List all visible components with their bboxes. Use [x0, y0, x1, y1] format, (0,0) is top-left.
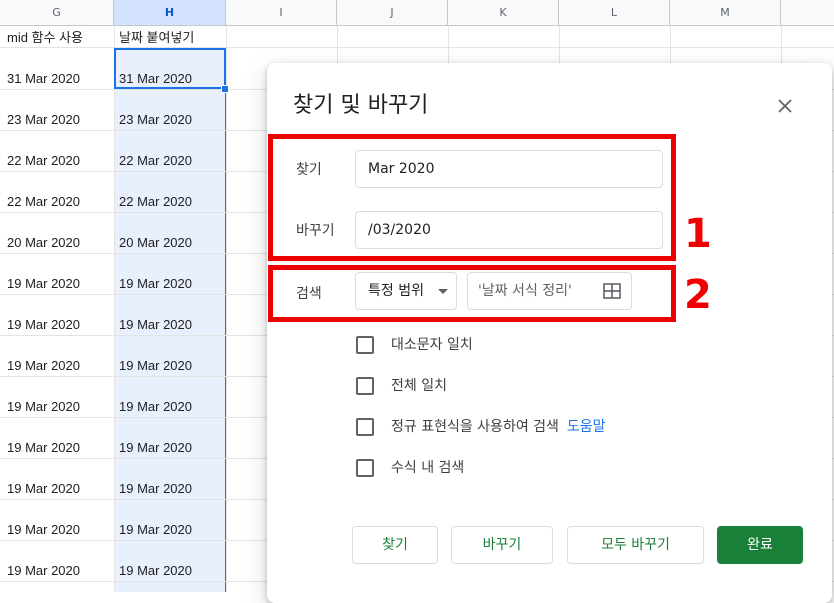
help-link[interactable]: 도움말 — [567, 419, 606, 435]
cell-h[interactable]: 19 Mar 2020 — [119, 438, 192, 458]
cell-h[interactable]: 19 Mar 2020 — [119, 274, 192, 294]
find-button[interactable]: 찾기 — [352, 526, 438, 564]
cell-g[interactable]: 31 Mar 2020 — [7, 69, 80, 89]
cell-h[interactable]: 19 Mar 2020 — [119, 561, 192, 581]
annotation-box-2 — [268, 265, 676, 322]
column-header-j[interactable]: J — [337, 0, 448, 25]
cell-g[interactable]: 22 Mar 2020 — [7, 192, 80, 212]
regex-checkbox[interactable] — [356, 418, 374, 436]
dialog-title: 찾기 및 바꾸기 — [293, 93, 429, 118]
column-header-row: G H I J K L M — [0, 0, 834, 26]
match-entire-label: 전체 일치 — [391, 378, 447, 394]
replace-all-button[interactable]: 모두 바꾸기 — [567, 526, 704, 564]
cell-h[interactable]: 22 Mar 2020 — [119, 151, 192, 171]
column-header-l[interactable]: L — [559, 0, 670, 25]
cell-g[interactable]: 20 Mar 2020 — [7, 233, 80, 253]
cell-g[interactable]: 19 Mar 2020 — [7, 438, 80, 458]
column-header-g[interactable]: G — [0, 0, 114, 25]
cell-h[interactable]: 19 Mar 2020 — [119, 397, 192, 417]
fill-handle[interactable] — [221, 85, 229, 93]
cell-h[interactable]: 22 Mar 2020 — [119, 192, 192, 212]
cell-g[interactable]: 19 Mar 2020 — [7, 561, 80, 581]
cell-g[interactable]: 19 Mar 2020 — [7, 315, 80, 335]
column-header-h[interactable]: H — [114, 0, 226, 25]
column-header-next[interactable] — [781, 0, 834, 25]
cell-g[interactable]: 19 Mar 2020 — [7, 479, 80, 499]
cell-h[interactable]: 23 Mar 2020 — [119, 110, 192, 130]
formulas-checkbox[interactable] — [356, 459, 374, 477]
annotation-label-2: 2 — [684, 272, 712, 318]
close-icon — [778, 98, 792, 113]
cell-g-header[interactable]: mid 함수 사용 — [7, 28, 83, 48]
cell-h[interactable]: 19 Mar 2020 — [119, 479, 192, 499]
regex-label: 정규 표현식을 사용하여 검색 도움말 — [391, 418, 606, 436]
cell-g[interactable]: 19 Mar 2020 — [7, 356, 80, 376]
active-cell-outline — [114, 48, 226, 89]
replace-button[interactable]: 바꾸기 — [451, 526, 553, 564]
formulas-label: 수식 내 검색 — [391, 460, 465, 476]
cell-g[interactable]: 23 Mar 2020 — [7, 110, 80, 130]
annotation-box-1 — [268, 134, 676, 261]
cell-h[interactable]: 20 Mar 2020 — [119, 233, 192, 253]
cell-h[interactable]: 19 Mar 2020 — [119, 315, 192, 335]
cell-h-header[interactable]: 날짜 붙여넣기 — [119, 28, 194, 48]
done-button[interactable]: 완료 — [717, 526, 803, 564]
match-entire-checkbox[interactable] — [356, 377, 374, 395]
cell-h[interactable]: 19 Mar 2020 — [119, 520, 192, 540]
column-header-m[interactable]: M — [670, 0, 781, 25]
annotation-label-1: 1 — [684, 211, 712, 257]
cell-g[interactable]: 19 Mar 2020 — [7, 520, 80, 540]
cell-h[interactable]: 19 Mar 2020 — [119, 356, 192, 376]
regex-label-text: 정규 표현식을 사용하여 검색 — [391, 419, 559, 435]
close-button[interactable] — [770, 89, 800, 119]
cell-g[interactable]: 22 Mar 2020 — [7, 151, 80, 171]
match-case-label: 대소문자 일치 — [391, 337, 473, 353]
column-header-k[interactable]: K — [448, 0, 559, 25]
cell-g[interactable]: 19 Mar 2020 — [7, 397, 80, 417]
cell-g[interactable]: 19 Mar 2020 — [7, 274, 80, 294]
column-header-i[interactable]: I — [226, 0, 337, 25]
match-case-checkbox[interactable] — [356, 336, 374, 354]
